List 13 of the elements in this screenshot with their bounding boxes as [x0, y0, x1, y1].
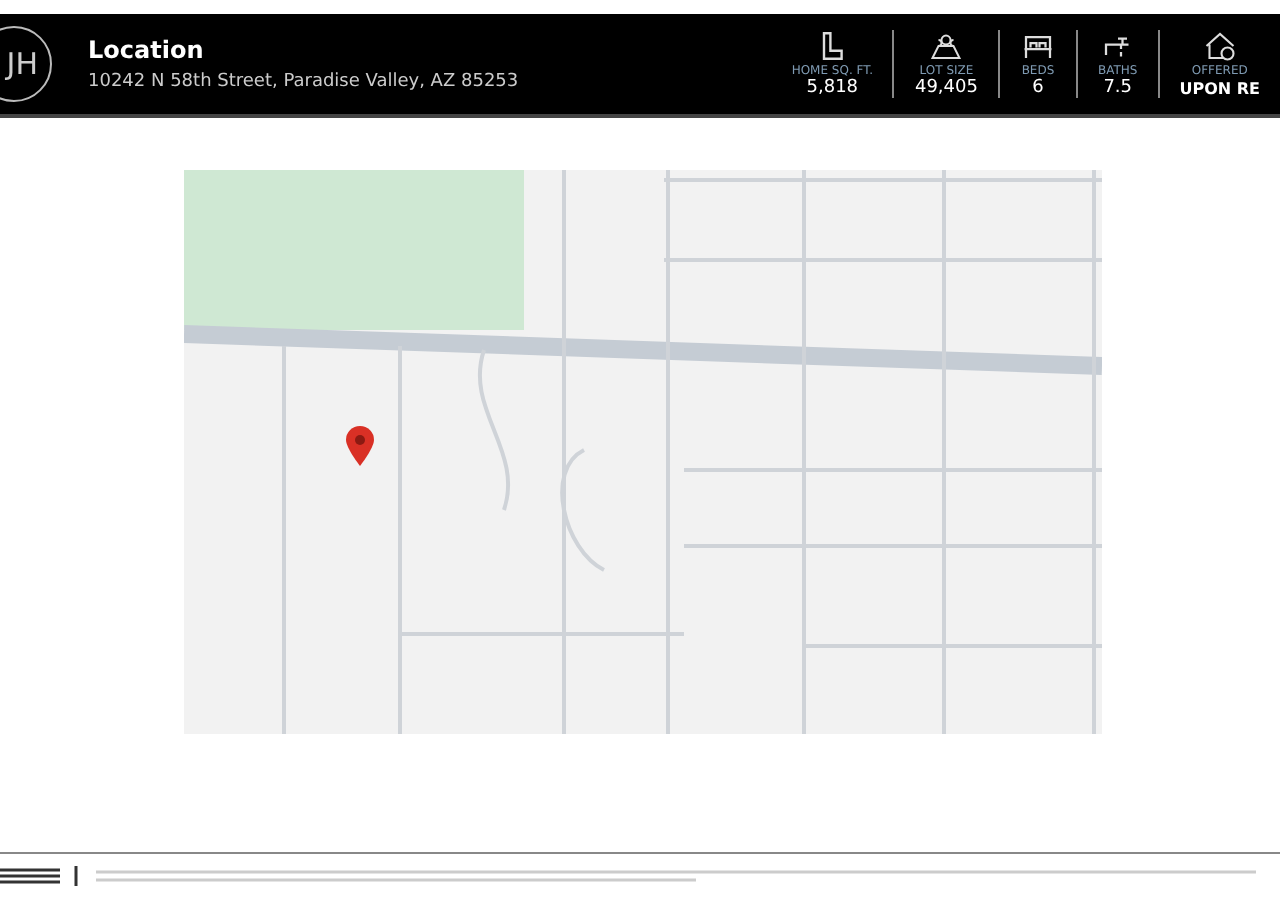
stat-value: 7.5 [1103, 78, 1133, 98]
bed-icon [1019, 30, 1056, 62]
stat-value: UPON RE [1179, 80, 1260, 98]
map-pin-icon [346, 426, 374, 466]
brand-logo-drawing [0, 866, 80, 886]
house-dollar-icon [1201, 30, 1238, 62]
stat-value: 6 [1032, 78, 1044, 98]
section-title: Location [88, 36, 206, 64]
logo: JH [0, 26, 52, 102]
stat-value: 5,818 [806, 78, 859, 98]
address: 10242 N 58th Street, Paradise Valley, AZ 85253 [88, 72, 521, 92]
stat-value: 49,405 [914, 78, 978, 98]
lot-icon [928, 30, 965, 62]
